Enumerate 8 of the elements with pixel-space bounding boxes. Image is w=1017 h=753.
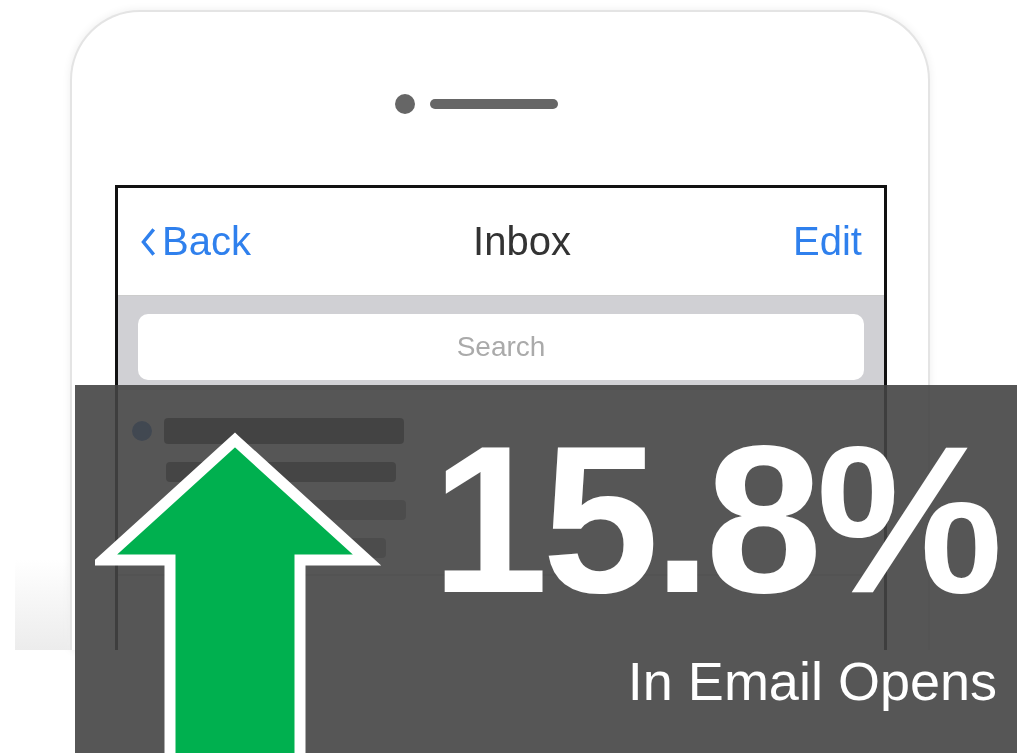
stat-caption: In Email Opens [627, 650, 997, 712]
stat-figure: 15.8% [431, 415, 997, 625]
edit-link[interactable]: Edit [793, 219, 862, 264]
camera-icon [395, 94, 415, 114]
search-field[interactable]: Search [138, 314, 864, 380]
back-link[interactable]: Back [140, 219, 251, 264]
speaker-icon [430, 99, 558, 109]
screen-title: Inbox [473, 219, 571, 264]
